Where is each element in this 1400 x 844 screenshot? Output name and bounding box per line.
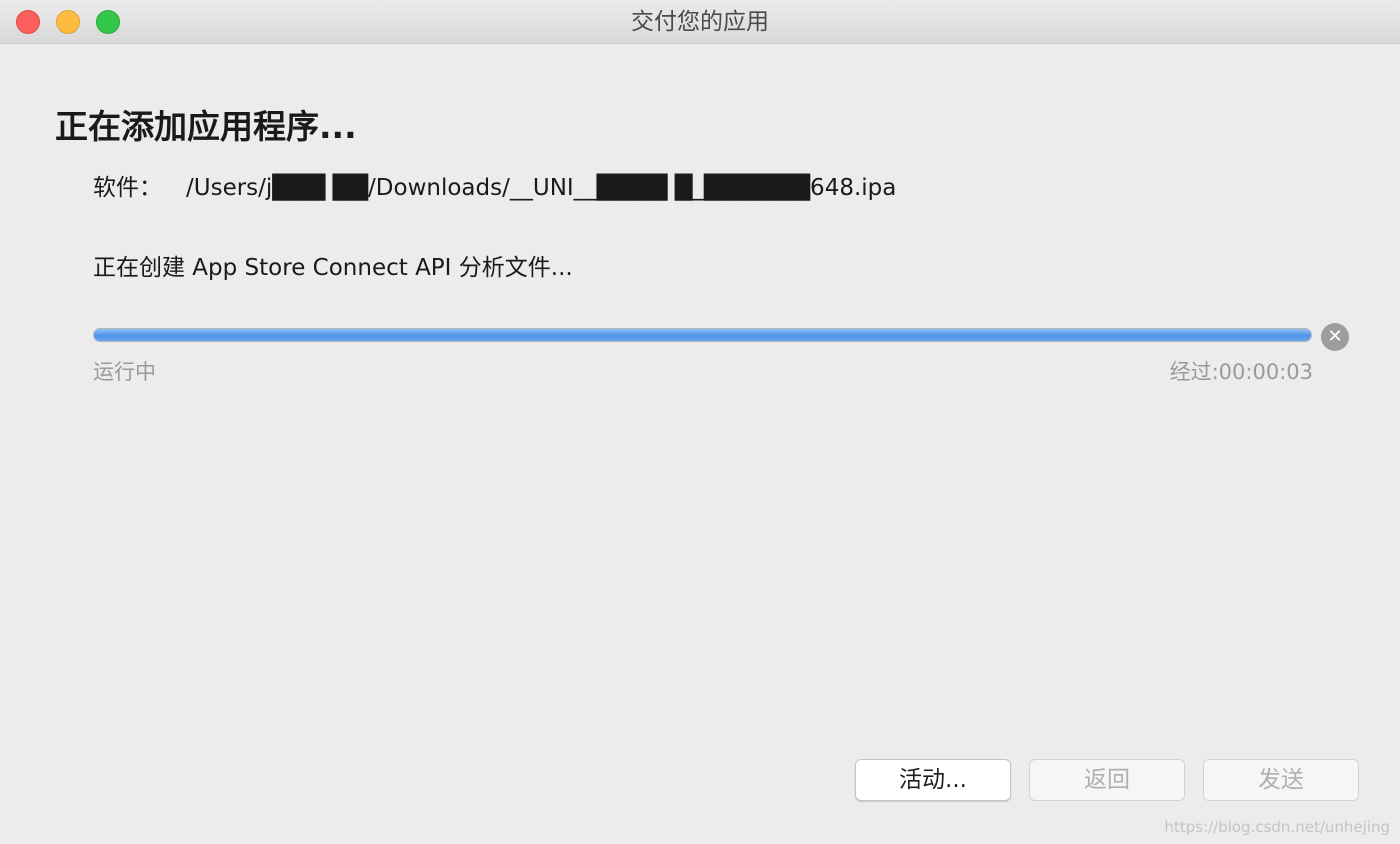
software-label: 软件： <box>93 175 162 201</box>
page-heading: 正在添加应用程序... <box>55 107 357 146</box>
watermark: https://blog.csdn.net/unhejing <box>1164 818 1390 836</box>
software-row: 软件： /Users/j███ ██/Downloads/__UNI__████ … <box>93 168 896 202</box>
cancel-progress-button[interactable]: ✕ <box>1321 323 1349 351</box>
progress-state: 运行中 <box>93 360 156 384</box>
close-icon: ✕ <box>1327 326 1343 347</box>
deliver-app-window: 交付您的应用 正在添加应用程序... 软件： /Users/j███ ██/Dow… <box>0 0 1400 844</box>
progress-fill <box>94 329 1311 341</box>
title-bar: 交付您的应用 <box>0 0 1400 44</box>
software-path: /Users/j███ ██/Downloads/__UNI__████ █_█… <box>186 175 897 201</box>
progress-bar <box>93 328 1312 342</box>
window-title: 交付您的应用 <box>631 9 769 35</box>
send-button[interactable]: 发送 <box>1203 759 1359 801</box>
elapsed-time: 经过:00:00:03 <box>1169 360 1313 384</box>
activity-button[interactable]: 活动... <box>855 759 1011 801</box>
status-message: 正在创建 App Store Connect API 分析文件... <box>93 255 573 281</box>
back-button[interactable]: 返回 <box>1029 759 1185 801</box>
